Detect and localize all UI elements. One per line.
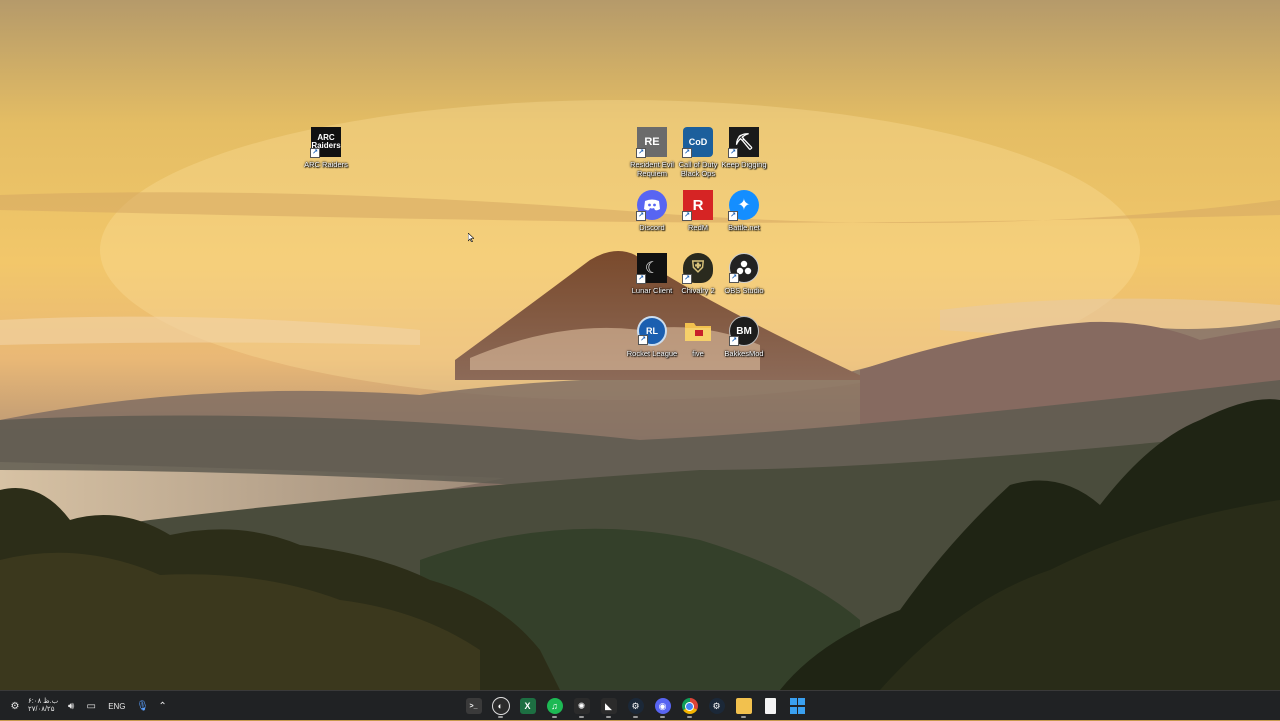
taskbar-app-terminal[interactable]: >_ [462, 693, 485, 719]
windows-start-icon [790, 698, 806, 714]
shortcut-arrow-icon: ↗ [682, 274, 692, 284]
redm-icon: R ↗ [682, 190, 713, 221]
clock-time: ۶:۰۸ ب.ظ [28, 698, 59, 705]
overwolf-icon: ✺ [573, 698, 590, 714]
taskbar-app-excel[interactable]: X [516, 693, 539, 719]
desktop-icon-bakkesmod[interactable]: BM ↗ BakkesMod [717, 316, 771, 358]
taskbar-app-steam[interactable]: ⚙ [624, 693, 647, 719]
desktop-icon-arc-raiders[interactable]: ARC Raiders ↗ ARC Raiders [299, 127, 353, 169]
bakkesmod-icon: BM ↗ [729, 316, 759, 346]
desktop-icon-keep-digging[interactable]: ⛏ ↗ Keep Digging [717, 127, 771, 169]
taskbar-app-razer[interactable]: ◣ [597, 693, 620, 719]
chevron-up-icon[interactable]: ⌃ [156, 698, 170, 714]
shortcut-arrow-icon: ↗ [636, 274, 646, 284]
spotify-icon: ♫ [546, 698, 563, 714]
steam-icon: ⚙ [627, 698, 644, 714]
shortcut-arrow-icon: ↗ [682, 148, 692, 158]
volume-icon[interactable]: 🔊︎ [64, 698, 78, 714]
desktop-icon-label: BakkesMod [724, 349, 764, 358]
pickaxe-icon: ⛏ ↗ [728, 127, 759, 158]
microphone-icon[interactable]: 🎙︎ [136, 698, 150, 714]
shortcut-arrow-icon: ↗ [728, 211, 738, 221]
excel-icon: X [519, 698, 536, 714]
desktop-icon-label: Battle.net [728, 223, 760, 232]
system-tray: ⚙ ۶:۰۸ ب.ظ ۲۷/۰۸/۲۵ 🔊︎ ▭ ENG 🎙︎ ⌃ [8, 691, 170, 721]
taskbar-app-game-bar[interactable]: ◐ [489, 693, 512, 719]
taskbar: ⚙ ۶:۰۸ ب.ظ ۲۷/۰۸/۲۵ 🔊︎ ▭ ENG 🎙︎ ⌃ >_ ◐ X… [0, 690, 1280, 720]
chivalry-icon: ⛨ ↗ [682, 253, 713, 284]
terminal-icon: >_ [465, 698, 482, 714]
settings-gear-icon[interactable]: ⚙ [8, 698, 22, 714]
desktop-icon-label: ARC Raiders [304, 160, 348, 169]
folder-icon [683, 316, 713, 346]
arc-raiders-icon: ARC Raiders ↗ [310, 127, 341, 158]
desktop-icon-battlenet[interactable]: ✦ ↗ Battle.net [717, 190, 771, 232]
taskbar-app-steam-2[interactable]: ⚙ [705, 693, 728, 719]
desktop-icon-label: OBS Studio [724, 286, 764, 295]
shortcut-arrow-icon: ↗ [638, 335, 648, 345]
shortcut-arrow-icon: ↗ [728, 148, 738, 158]
discord-logo [644, 199, 660, 211]
shortcut-arrow-icon: ↗ [636, 211, 646, 221]
steam-icon: ⚙ [708, 698, 725, 714]
shortcut-arrow-icon: ↗ [636, 148, 646, 158]
shortcut-arrow-icon: ↗ [682, 211, 692, 221]
game-bar-icon: ◐ [491, 697, 510, 715]
shortcut-arrow-icon: ↗ [729, 273, 739, 283]
obs-icon: ↗ [729, 253, 759, 283]
resident-evil-icon: RE ↗ [636, 127, 667, 158]
razer-icon: ◣ [600, 698, 617, 714]
clock[interactable]: ۶:۰۸ ب.ظ ۲۷/۰۸/۲۵ [28, 698, 58, 714]
taskbar-app-file-explorer[interactable] [732, 693, 755, 719]
network-icon[interactable]: ▭ [84, 698, 98, 714]
notepad-icon [765, 698, 776, 714]
shortcut-arrow-icon: ↗ [310, 148, 320, 158]
desktop-icon-label: Keep Digging [721, 160, 767, 169]
language-indicator[interactable]: ENG [108, 702, 125, 711]
battlenet-icon: ✦ ↗ [728, 190, 759, 221]
clock-date: ۲۷/۰۸/۲۵ [28, 706, 55, 713]
shortcut-arrow-icon: ↗ [729, 336, 739, 346]
rocket-league-icon: RL ↗ [637, 316, 667, 346]
lunar-client-icon: ☾ ↗ [636, 253, 667, 284]
taskbar-app-spotify[interactable]: ♫ [543, 693, 566, 719]
mouse-cursor-icon [468, 233, 474, 242]
taskbar-app-overwolf[interactable]: ✺ [570, 693, 593, 719]
start-button[interactable] [786, 693, 809, 719]
taskbar-app-chrome[interactable] [678, 693, 701, 719]
chrome-icon [681, 698, 698, 714]
desktop-icon-obs-studio[interactable]: ↗ OBS Studio [717, 253, 771, 295]
file-explorer-icon [735, 698, 752, 714]
taskbar-app-discord[interactable]: ◉ [651, 693, 674, 719]
discord-icon: ◉ [654, 698, 671, 714]
call-of-duty-icon: CoD ↗ [682, 127, 713, 158]
taskbar-app-notepad[interactable] [759, 693, 782, 719]
discord-icon: ↗ [636, 190, 667, 221]
taskbar-pinned-apps: >_ ◐ X ♫ ✺ ◣ ⚙ ◉ ⚙ [462, 691, 809, 721]
